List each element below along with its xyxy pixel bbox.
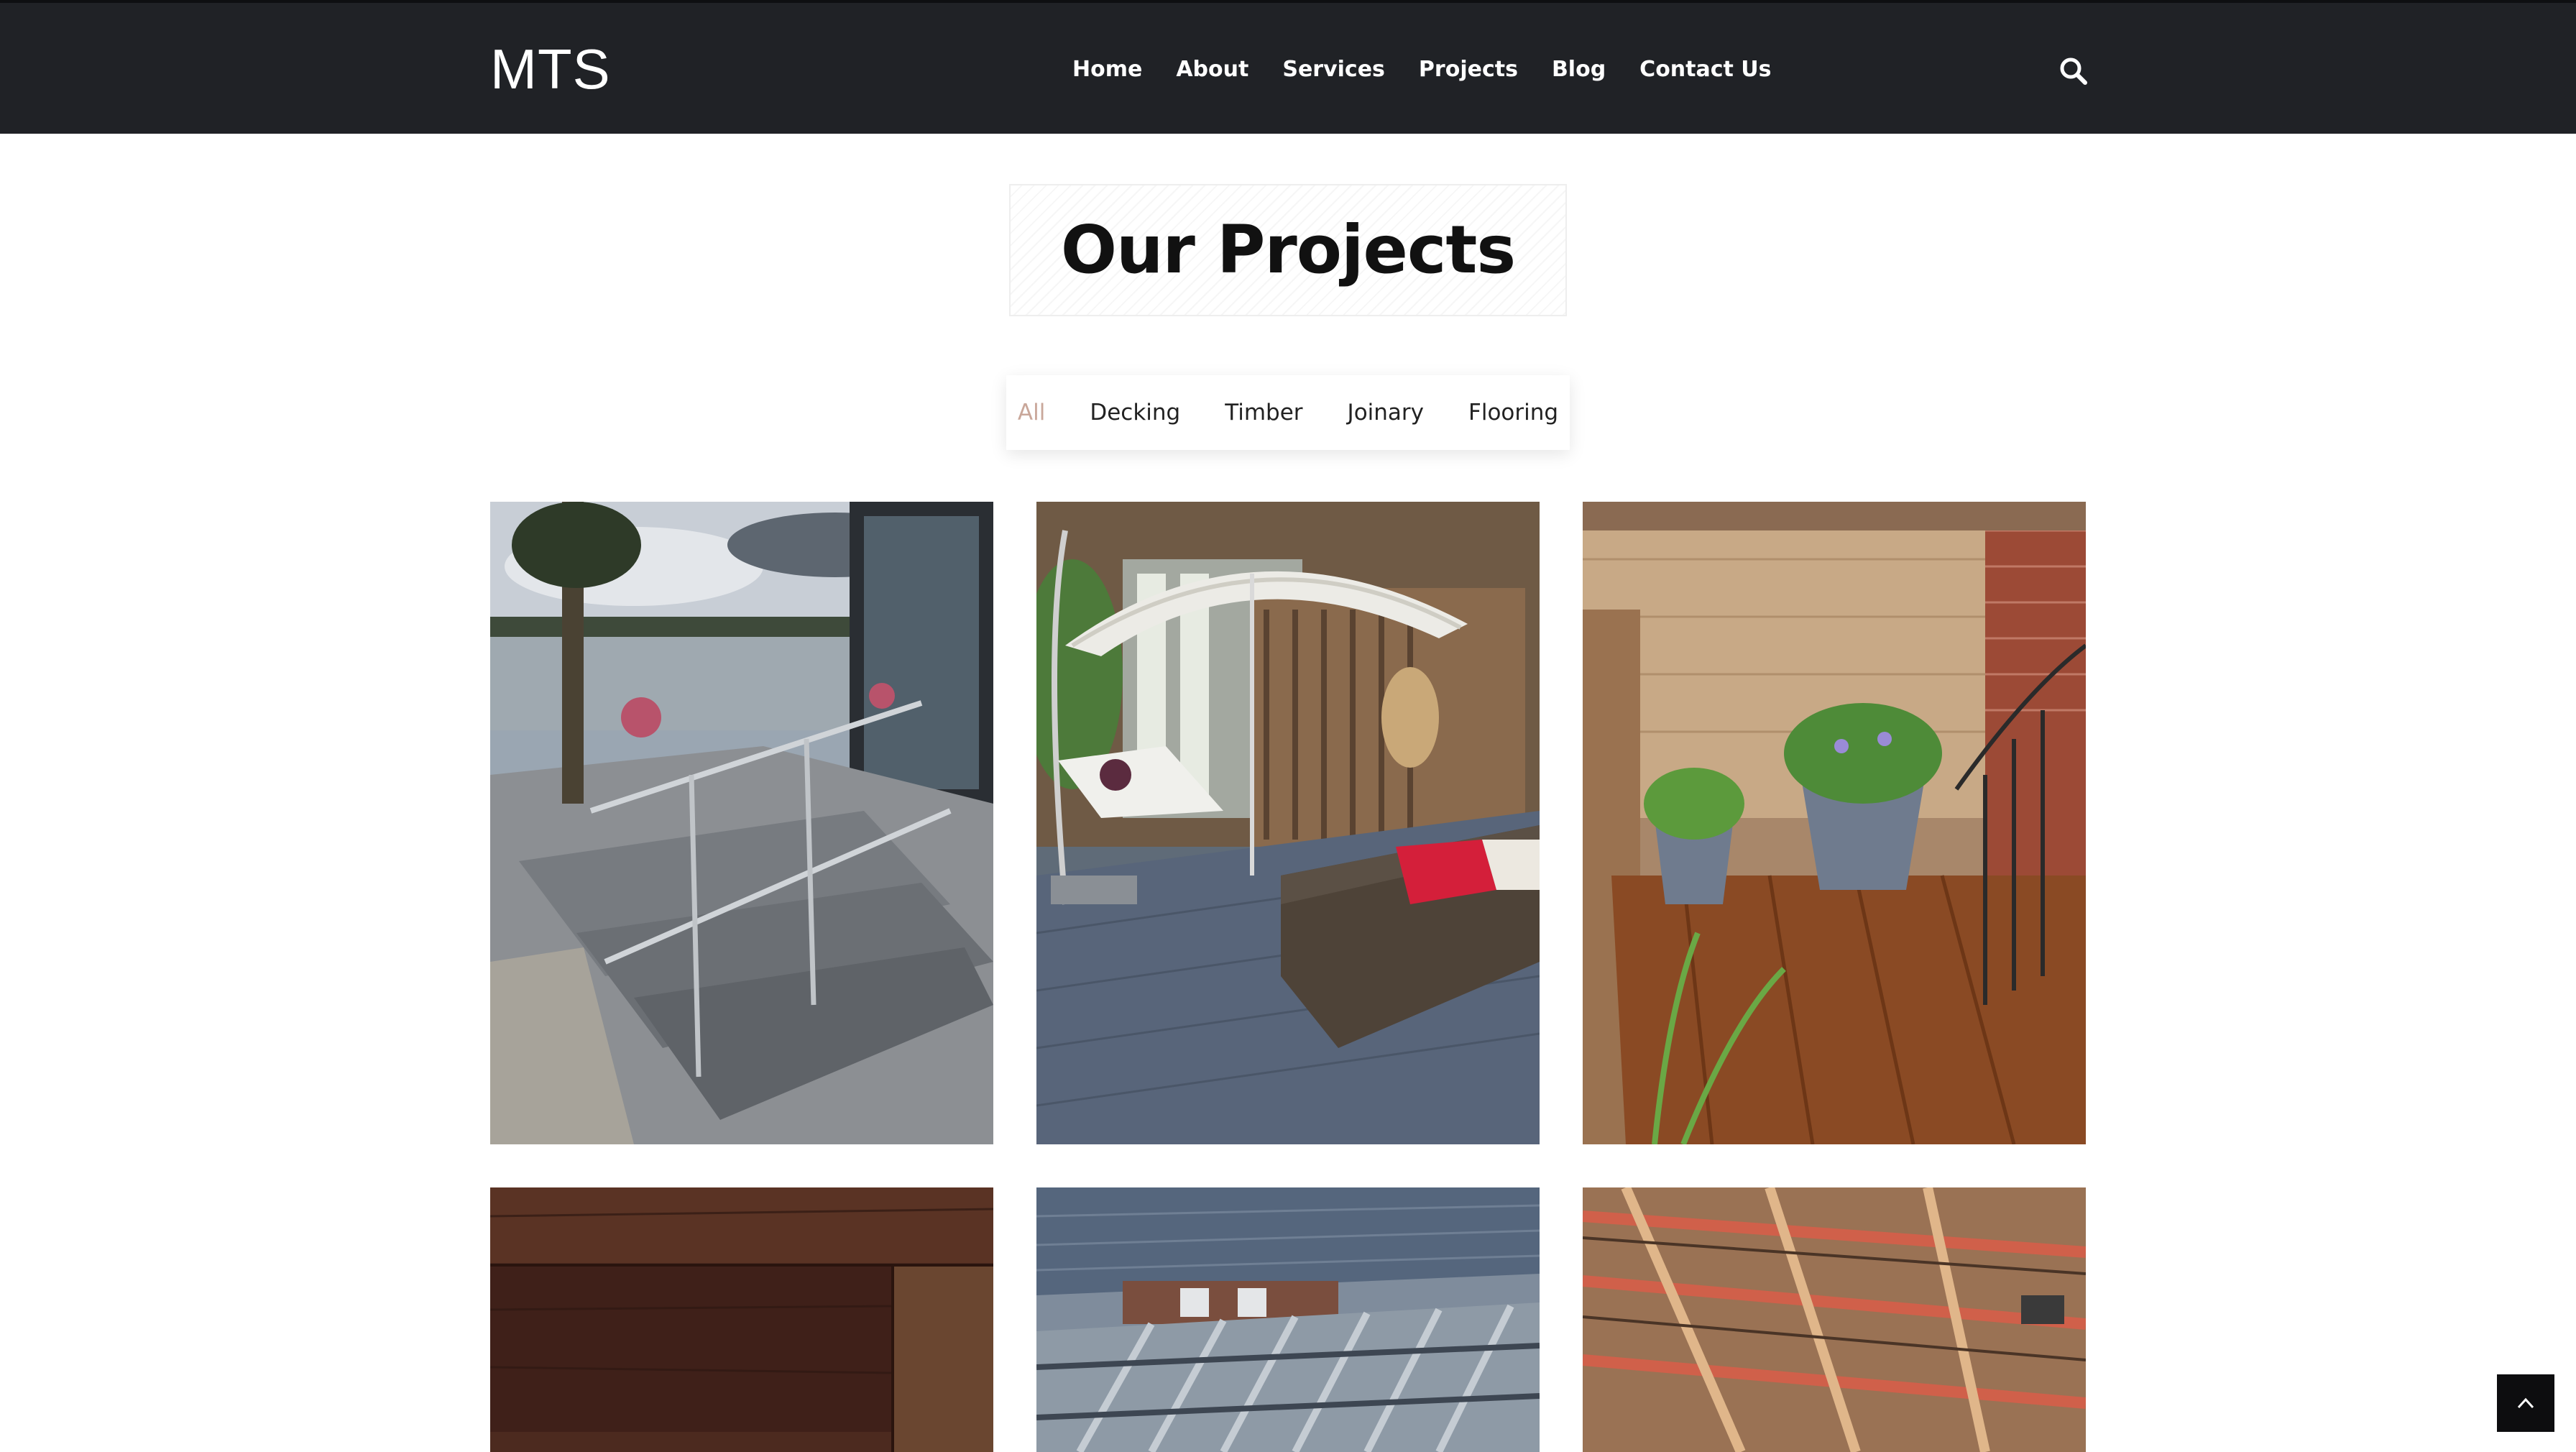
project-image-metal-frame[interactable] (1036, 1187, 1540, 1452)
site-logo[interactable]: MTS (490, 35, 611, 104)
nav-item-home[interactable]: Home (1072, 52, 1142, 88)
filter-joinary[interactable]: Joinary (1348, 400, 1424, 426)
balcony-deck-image (1583, 502, 2086, 1144)
nav-item-about[interactable]: About (1176, 52, 1248, 88)
metal-frame-image (1036, 1187, 1540, 1452)
filter-decking[interactable]: Decking (1090, 400, 1180, 426)
search-button[interactable] (2058, 56, 2089, 86)
project-image-patio-deck[interactable] (1036, 502, 1540, 1144)
back-to-top-button[interactable] (2497, 1374, 2554, 1432)
nav-item-services[interactable]: Services (1282, 52, 1385, 88)
nav-item-blog[interactable]: Blog (1552, 52, 1606, 88)
patio-deck-image (1036, 502, 1540, 1144)
search-icon (2060, 58, 2087, 85)
project-image-roof-joists[interactable] (1583, 1187, 2086, 1452)
project-image-wood-flooring[interactable] (490, 1187, 993, 1452)
project-filter-bar: All Decking Timber Joinary Flooring (1006, 375, 1570, 450)
roof-joists-image (1583, 1187, 2086, 1452)
section-title-box: Our Projects (1009, 184, 1567, 316)
site-header: MTS Home About Services Projects Blog Co… (0, 0, 2576, 134)
project-image-deck-stairs[interactable] (490, 502, 993, 1144)
deck-stairs-image (490, 502, 993, 1144)
project-image-balcony-deck[interactable] (1583, 502, 2086, 1144)
nav-item-projects[interactable]: Projects (1419, 52, 1518, 88)
page-title: Our Projects (1060, 211, 1516, 288)
filter-all[interactable]: All (1018, 400, 1045, 426)
chevron-up-icon (2517, 1397, 2534, 1409)
nav-item-contact-us[interactable]: Contact Us (1639, 52, 1771, 88)
filter-timber[interactable]: Timber (1225, 400, 1302, 426)
main-nav: Home About Services Projects Blog Contac… (1072, 52, 1772, 88)
filter-flooring[interactable]: Flooring (1468, 400, 1558, 426)
wood-flooring-image (490, 1187, 993, 1452)
